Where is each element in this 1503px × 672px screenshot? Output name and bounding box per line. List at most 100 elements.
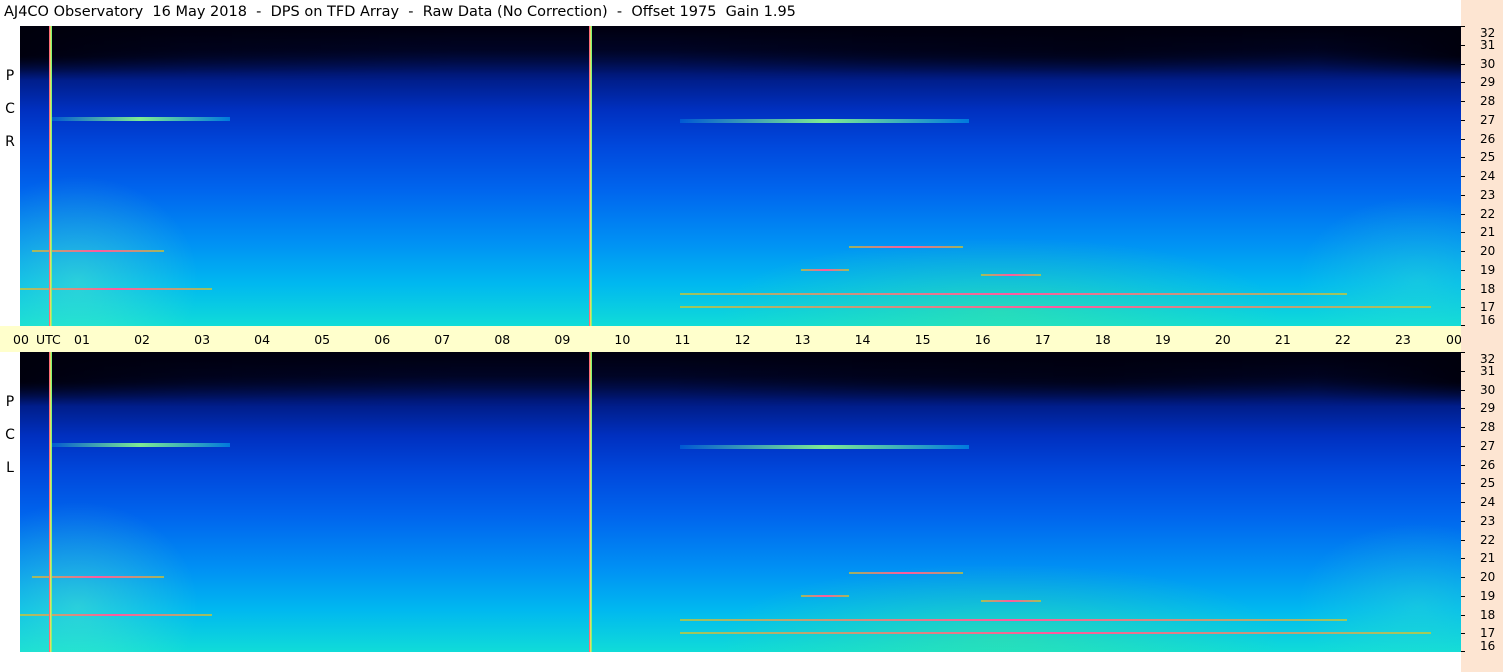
utc-tick-label: 00 <box>1446 332 1462 347</box>
frequency-tick <box>1461 269 1465 271</box>
utc-tick-label: 10 <box>614 332 631 347</box>
time-marker-line <box>49 352 53 652</box>
frequency-tick-label: 28 <box>1480 94 1496 108</box>
frequency-tick-label: 29 <box>1480 75 1496 90</box>
utc-time-axis: 00 01 02 03 04 05 06 07 08 09 10 11 12 13 14 15 16 17 18 19… <box>0 326 1499 352</box>
frequency-tick <box>1461 651 1465 652</box>
carrier-line <box>848 572 963 575</box>
time-marker-line <box>589 352 593 652</box>
frequency-tick <box>1461 633 1465 635</box>
frequency-tick-label: 21 <box>1480 551 1496 566</box>
rcp-letter-r: R <box>5 134 15 150</box>
utc-tick-label: 08 <box>494 332 511 347</box>
carrier-line <box>980 274 1041 277</box>
frequency-tick <box>1461 427 1465 428</box>
utc-tick-label: 20 <box>1214 332 1231 347</box>
frequency-tick-label: 29 <box>1480 401 1496 416</box>
frequency-tick-label: 18 <box>1480 607 1496 622</box>
frequency-tick-label: 16 <box>1480 313 1496 327</box>
lcp-noise-glow <box>20 352 1461 652</box>
chart-title: AJ4CO Observatory 16 May 2018 - DPS on T… <box>4 4 796 20</box>
time-marker-line <box>49 26 53 326</box>
carrier-line <box>848 246 963 249</box>
utc-tick-label: 11 <box>674 332 691 347</box>
carrier-line <box>680 306 1431 309</box>
frequency-tick <box>1461 251 1465 252</box>
utc-tick-label: 01 <box>74 332 90 347</box>
frequency-tick <box>1461 101 1465 102</box>
emission-band <box>680 444 969 449</box>
frequency-tick <box>1461 26 1465 27</box>
frequency-tick <box>1461 520 1465 522</box>
frequency-tick <box>1461 176 1465 177</box>
title-bar: AJ4CO Observatory 16 May 2018 - DPS on T… <box>0 0 1503 26</box>
utc-unit-label: UTC <box>36 332 61 347</box>
frequency-tick <box>1461 138 1465 140</box>
emission-band <box>680 118 969 123</box>
frequency-tick-label: 17 <box>1480 626 1496 641</box>
carrier-line <box>800 594 849 597</box>
frequency-tick <box>1461 44 1465 46</box>
frequency-tick-label: 31 <box>1480 363 1496 378</box>
rcp-letter-p: P <box>5 68 15 84</box>
frequency-tick-label: 32 <box>1480 26 1496 40</box>
frequency-tick <box>1461 558 1465 560</box>
frequency-tick-label: 25 <box>1480 150 1496 165</box>
frequency-tick-label: 16 <box>1480 639 1496 653</box>
frequency-tick <box>1461 213 1465 215</box>
lcp-letter-l: L <box>6 460 14 476</box>
frequency-tick-label: 26 <box>1480 131 1496 146</box>
frequency-tick <box>1461 483 1465 485</box>
lcp-frequency-axis: 16 17 18 19 20 21 22 23 24 25 26 27 28 29 30 31 32 <box>1461 352 1503 652</box>
frequency-tick-label: 24 <box>1480 495 1496 509</box>
frequency-tick <box>1461 288 1465 290</box>
emission-band <box>50 116 231 121</box>
utc-tick-label: 12 <box>734 332 751 347</box>
frequency-tick <box>1461 595 1465 597</box>
frequency-tick-label: 19 <box>1480 588 1496 603</box>
rcp-frequency-axis: 16 17 18 19 20 21 22 23 24 25 26 27 28 29 30 31 32 <box>1461 26 1503 326</box>
frequency-tick <box>1461 464 1465 466</box>
lcp-letter-p: P <box>5 394 15 410</box>
frequency-tick-label: 30 <box>1480 382 1496 397</box>
lcp-spectrogram <box>20 352 1461 652</box>
frequency-tick-label: 22 <box>1480 206 1496 221</box>
utc-tick-label: 05 <box>314 332 331 347</box>
frequency-tick-label: 25 <box>1480 476 1496 491</box>
emission-band <box>50 442 231 447</box>
frequency-tick <box>1461 370 1465 372</box>
frequency-tick-label: 22 <box>1480 532 1496 547</box>
rcp-noise-glow <box>20 26 1461 326</box>
frequency-tick <box>1461 307 1465 309</box>
frequency-tick <box>1461 325 1465 326</box>
utc-tick-label: 06 <box>374 332 391 347</box>
frequency-tick-label: 20 <box>1480 570 1496 584</box>
carrier-line <box>980 600 1041 603</box>
frequency-tick <box>1461 408 1465 410</box>
utc-tick-label: 18 <box>1094 332 1111 347</box>
rcp-spectrogram <box>20 26 1461 326</box>
frequency-tick-label: 32 <box>1480 352 1496 366</box>
frequency-tick <box>1461 389 1465 391</box>
frequency-tick <box>1461 194 1465 196</box>
frequency-tick <box>1461 502 1465 503</box>
frequency-tick <box>1461 445 1465 447</box>
frequency-tick-label: 18 <box>1480 281 1496 296</box>
frequency-tick <box>1461 232 1465 234</box>
frequency-tick-label: 24 <box>1480 169 1496 183</box>
utc-tick-label: 19 <box>1154 332 1171 347</box>
utc-tick-label: 07 <box>434 332 451 347</box>
rcp-letter-c: C <box>5 101 15 117</box>
frequency-tick-label: 31 <box>1480 37 1496 52</box>
utc-tick-label: 14 <box>854 332 871 347</box>
carrier-line <box>680 632 1431 635</box>
frequency-tick <box>1461 82 1465 84</box>
utc-tick-label: 16 <box>974 332 991 347</box>
carrier-line <box>680 619 1347 622</box>
utc-tick-label: 21 <box>1274 332 1291 347</box>
utc-tick-label: 17 <box>1034 332 1051 347</box>
frequency-tick <box>1461 539 1465 541</box>
utc-tick-label: 22 <box>1334 332 1351 347</box>
frequency-tick <box>1461 614 1465 616</box>
frequency-tick-label: 26 <box>1480 457 1496 472</box>
